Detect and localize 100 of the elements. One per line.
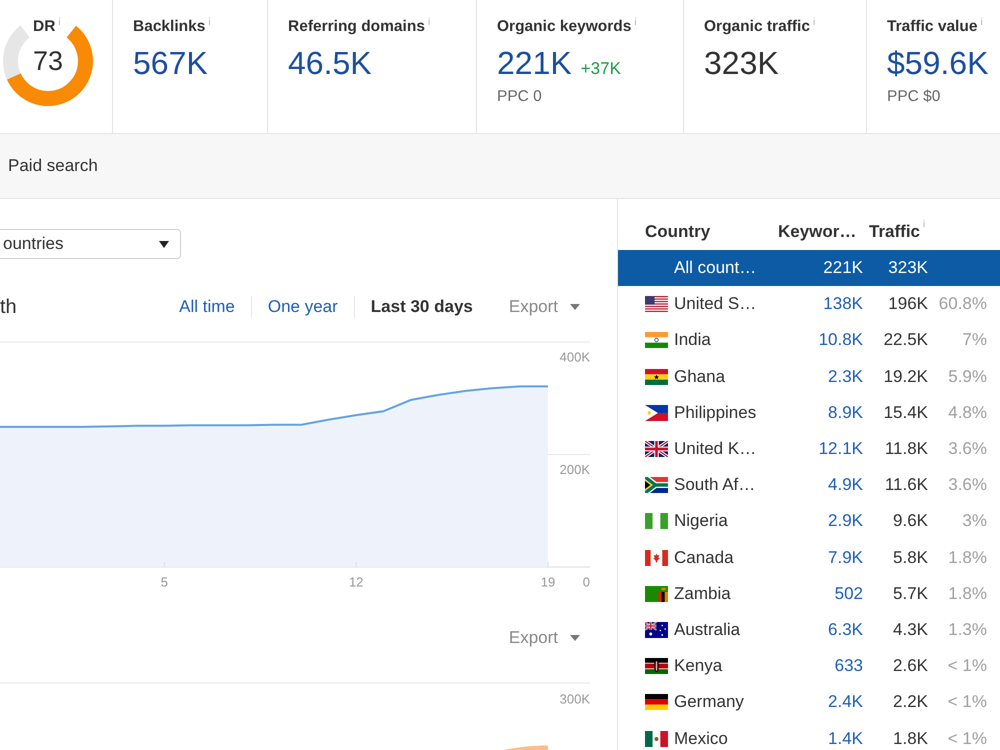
country-row[interactable]: Canada 7.9K 5.8K 1.8% bbox=[618, 540, 1000, 576]
axis-label: 200K bbox=[560, 462, 590, 477]
traffic-share: 60.8% bbox=[938, 294, 987, 314]
keyword-count[interactable]: 6.3K bbox=[828, 620, 863, 640]
traffic-share: < 1% bbox=[948, 728, 987, 749]
traffic-share: < 1% bbox=[948, 692, 987, 712]
keyword-count[interactable]: 1.4K bbox=[828, 728, 863, 749]
metric-subtext: PPC $0 bbox=[887, 88, 940, 106]
column-header[interactable]: Keywor… bbox=[778, 221, 856, 243]
keyword-count[interactable]: 10.8K bbox=[818, 330, 863, 350]
flag-icon bbox=[645, 477, 668, 494]
country-row[interactable]: United K… 12.1K 11.8K 3.6% bbox=[618, 430, 1000, 468]
country-row[interactable]: Australia 6.3K 4.3K 1.3% bbox=[618, 612, 1000, 648]
country-row[interactable]: Nigeria 2.9K 9.6K 3% bbox=[618, 503, 1000, 540]
keyword-count[interactable]: 8.9K bbox=[828, 402, 863, 423]
metric-value[interactable]: 567K bbox=[133, 45, 208, 81]
axis-label: 5 bbox=[160, 574, 168, 590]
export-button[interactable]: Export bbox=[508, 627, 580, 649]
country-row[interactable]: Germany 2.4K 2.2K < 1% bbox=[618, 684, 1000, 720]
country-name: Zambia bbox=[674, 584, 731, 604]
country-row[interactable]: Ghana 2.3K 19.2K 5.9% bbox=[618, 358, 1000, 395]
country-name: Nigeria bbox=[674, 511, 728, 532]
country-row[interactable]: India 10.8K 22.5K 7% bbox=[618, 322, 1000, 359]
axis-label: 19 bbox=[540, 574, 556, 590]
traffic-value: 19.2K bbox=[884, 366, 928, 387]
traffic-value: 9.6K bbox=[893, 511, 928, 532]
flag-icon bbox=[645, 730, 668, 747]
keyword-count[interactable]: 4.9K bbox=[828, 475, 863, 496]
traffic-share: 1.8% bbox=[948, 548, 987, 568]
axis-label: 12 bbox=[348, 574, 364, 590]
metric-label: Organic keywords bbox=[497, 17, 632, 37]
caret-icon bbox=[159, 240, 169, 248]
country-name: India bbox=[674, 330, 711, 350]
country-row[interactable]: Mexico 1.4K 1.8K < 1% bbox=[618, 720, 1000, 750]
traffic-share: 3.6% bbox=[948, 475, 987, 496]
flag-icon bbox=[645, 658, 668, 674]
country-row[interactable]: Kenya 633 2.6K < 1% bbox=[618, 648, 1000, 684]
country-row[interactable]: South Af… 4.9K 11.6K 3.6% bbox=[618, 467, 1000, 504]
country-name: All count… bbox=[674, 258, 756, 278]
flag-icon bbox=[645, 332, 668, 348]
country-name: United S… bbox=[674, 294, 756, 314]
country-name: Australia bbox=[674, 620, 740, 640]
country-name: Kenya bbox=[674, 656, 722, 676]
metric-label: Referring domains bbox=[288, 17, 425, 37]
flag-icon bbox=[645, 513, 668, 530]
traffic-share: 1.8% bbox=[948, 584, 987, 604]
chart-area bbox=[504, 746, 548, 750]
keyword-count[interactable]: 12.1K bbox=[818, 439, 863, 460]
metric-value[interactable]: 46.5K bbox=[288, 45, 372, 81]
flag-icon bbox=[645, 622, 668, 638]
caret-icon bbox=[570, 635, 580, 641]
traffic-value: 2.6K bbox=[893, 656, 928, 676]
column-header[interactable]: Traffic bbox=[869, 221, 920, 243]
keyword-count[interactable]: 2.4K bbox=[828, 692, 863, 712]
traffic-value: 1.8K bbox=[893, 728, 928, 749]
axis-label: 0 bbox=[582, 574, 590, 590]
chart-title: th bbox=[0, 295, 17, 319]
flag-icon bbox=[645, 441, 668, 458]
country-name: United K… bbox=[674, 439, 756, 460]
rating-value: 73 bbox=[33, 45, 64, 77]
country-name: Germany bbox=[674, 692, 744, 712]
metric-value[interactable]: $59.6K bbox=[887, 45, 988, 81]
metric-subtext: PPC 0 bbox=[497, 88, 542, 106]
export-button[interactable]: Export bbox=[508, 296, 580, 318]
country-select[interactable]: ountries bbox=[0, 229, 181, 259]
keyword-count[interactable]: 2.9K bbox=[828, 511, 863, 532]
keyword-count[interactable]: 138K bbox=[823, 294, 863, 314]
country-row[interactable]: United S… 138K 196K 60.8% bbox=[618, 286, 1000, 322]
keyword-count[interactable]: 221K bbox=[823, 258, 863, 278]
traffic-share: 5.9% bbox=[948, 366, 987, 387]
keyword-count[interactable]: 633 bbox=[834, 656, 863, 676]
traffic-share: 7% bbox=[962, 330, 987, 350]
axis-label: 300K bbox=[560, 691, 590, 706]
flag-icon bbox=[645, 550, 668, 566]
flag-icon bbox=[645, 404, 668, 421]
nav-tab[interactable]: Paid search bbox=[8, 155, 98, 177]
metric-label: Traffic value bbox=[887, 17, 978, 37]
traffic-value: 196K bbox=[888, 294, 928, 314]
traffic-value: 323K bbox=[888, 258, 928, 278]
keyword-count[interactable]: 2.3K bbox=[828, 366, 863, 387]
metric-value[interactable]: 221K bbox=[497, 45, 572, 81]
traffic-share: 4.8% bbox=[948, 402, 987, 423]
column-header[interactable]: Country bbox=[645, 221, 710, 243]
rating-label: DR bbox=[33, 17, 56, 37]
period-tab[interactable]: All time bbox=[163, 296, 251, 318]
traffic-share: < 1% bbox=[948, 656, 987, 676]
country-name: Ghana bbox=[674, 366, 726, 387]
traffic-share: 3.6% bbox=[948, 439, 987, 460]
period-tab[interactable]: One year bbox=[252, 296, 354, 318]
traffic-value: 4.3K bbox=[893, 620, 928, 640]
metric-value: 323K bbox=[704, 45, 779, 81]
keyword-count[interactable]: 7.9K bbox=[828, 548, 863, 568]
country-name: Philippines bbox=[674, 402, 756, 423]
country-row[interactable]: All count… 221K 323K bbox=[618, 250, 1000, 286]
traffic-value: 2.2K bbox=[893, 692, 928, 712]
keyword-count[interactable]: 502 bbox=[834, 584, 863, 604]
country-row[interactable]: Zambia 502 5.7K 1.8% bbox=[618, 576, 1000, 612]
country-row[interactable]: Philippines 8.9K 15.4K 4.8% bbox=[618, 394, 1000, 431]
period-tab[interactable]: Last 30 days bbox=[354, 296, 489, 318]
caret-icon bbox=[570, 304, 580, 310]
